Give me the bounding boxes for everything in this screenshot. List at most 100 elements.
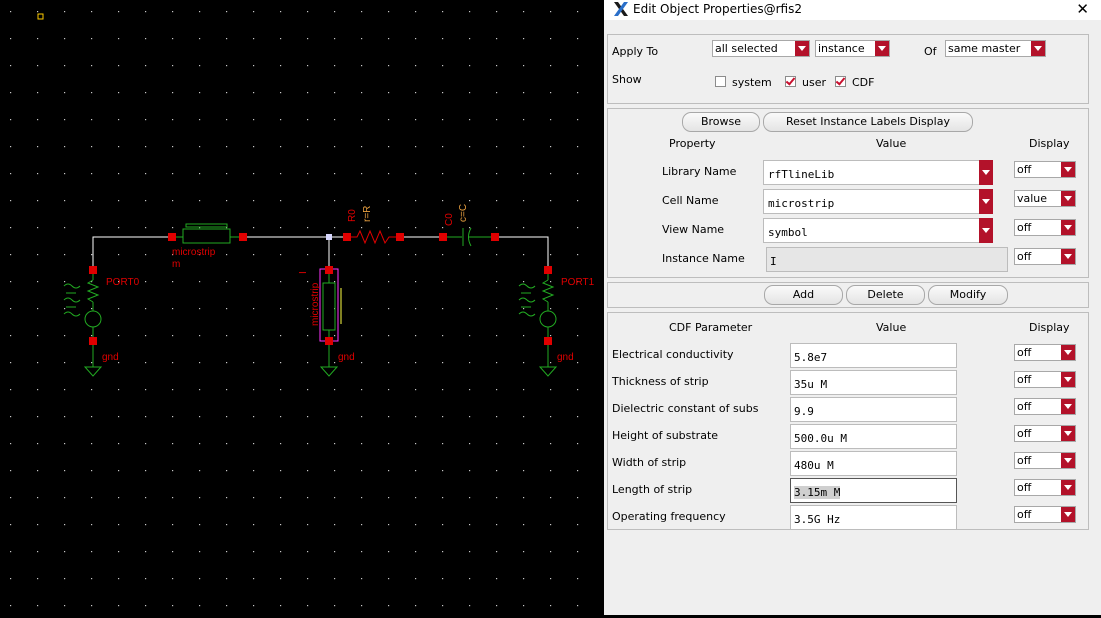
apply-scope-value: all selected	[715, 42, 778, 55]
view-name-display-value: off	[1017, 221, 1032, 234]
instance-name-field[interactable]: I	[766, 247, 1008, 272]
gnd-right-label: gnd	[557, 352, 574, 363]
strip-length-field[interactable]: 3.15m M	[790, 478, 957, 503]
of-select[interactable]: same master	[945, 40, 1046, 57]
gnd-left-label: gnd	[102, 352, 119, 363]
cdf-display-value: off	[1017, 427, 1032, 440]
library-name-field[interactable]: rfTlineLib	[763, 160, 993, 185]
thickness-field[interactable]: 35u M	[790, 370, 957, 395]
apply-type-select[interactable]: instance	[815, 40, 890, 57]
cell-name-field[interactable]: microstrip	[763, 189, 993, 214]
cdf-display-select[interactable]: off	[1014, 479, 1076, 496]
cdf-value-text: 3.5G Hz	[794, 513, 841, 526]
cdf-display-value: off	[1017, 481, 1032, 494]
dropdown-arrow-icon	[1061, 453, 1075, 468]
cdf-value-text: 500.0u M	[794, 432, 847, 445]
show-system-checkbox[interactable]	[715, 76, 726, 87]
dropdown-arrow-icon	[1061, 480, 1075, 495]
dropdown-arrow-icon	[795, 41, 809, 56]
cdf-display-select[interactable]: off	[1014, 344, 1076, 361]
cdf-row-label: Operating frequency	[612, 510, 726, 523]
dropdown-arrow-icon	[1061, 507, 1075, 522]
dropdown-arrow-icon	[1031, 41, 1045, 56]
electrical-conductivity-field[interactable]: 5.8e7	[790, 343, 957, 368]
cdf-row-label: Width of strip	[612, 456, 687, 469]
dropdown-arrow-icon	[1061, 249, 1075, 264]
display-column-header: Display	[1029, 137, 1070, 150]
capacitor-name-label: C0	[444, 213, 455, 226]
cdf-value-text: 9.9	[794, 405, 814, 418]
view-name-value: symbol	[768, 226, 808, 239]
substrate-height-field[interactable]: 500.0u M	[790, 424, 957, 449]
microstrip-vertical-label: microstrip	[310, 282, 321, 326]
dropdown-arrow-icon	[1061, 220, 1075, 235]
reset-labels-button[interactable]: Reset Instance Labels Display	[763, 112, 973, 132]
operating-frequency-field[interactable]: 3.5G Hz	[790, 505, 957, 530]
apply-to-label: Apply To	[612, 45, 659, 58]
cdf-value-text: 35u M	[794, 378, 828, 391]
browse-button[interactable]: Browse	[682, 112, 760, 132]
cell-name-label: Cell Name	[662, 194, 719, 207]
view-name-field[interactable]: symbol	[763, 218, 993, 243]
x-logo-icon	[614, 2, 628, 16]
cdf-row-label: Electrical conductivity	[612, 348, 734, 361]
port0-label: PORT0	[106, 277, 140, 288]
close-icon[interactable]: ✕	[1076, 0, 1089, 18]
dropdown-arrow-icon	[979, 218, 993, 243]
view-name-label: View Name	[662, 223, 725, 236]
cdf-display-select[interactable]: off	[1014, 371, 1076, 388]
of-label: Of	[924, 45, 937, 58]
dropdown-arrow-icon	[1061, 345, 1075, 360]
cdf-display-value: off	[1017, 454, 1032, 467]
dropdown-arrow-icon	[1061, 162, 1075, 177]
cell-name-display-select[interactable]: value	[1014, 190, 1076, 207]
dielectric-constant-field[interactable]: 9.9	[790, 397, 957, 422]
cdf-display-value: off	[1017, 373, 1032, 386]
cdf-display-select[interactable]: off	[1014, 425, 1076, 442]
cdf-display-select[interactable]: off	[1014, 398, 1076, 415]
modify-button[interactable]: Modify	[928, 285, 1008, 305]
view-name-display-select[interactable]: off	[1014, 219, 1076, 236]
resistor-name-label: R0	[347, 209, 358, 222]
cell-name-value: microstrip	[768, 197, 835, 210]
schematic-canvas[interactable]: microstrip m PORT0 PORT1 gnd gnd gnd mic…	[0, 0, 604, 615]
instance-name-value: I	[770, 255, 777, 268]
cdf-value-text: 3.15m M	[794, 486, 841, 499]
dialog-title: Edit Object Properties@rfis2	[633, 2, 802, 16]
resistor-value-label: r=R	[362, 206, 373, 222]
value-column-header: Value	[876, 137, 907, 150]
cdf-display-select[interactable]: off	[1014, 452, 1076, 469]
instance-name-label: Instance Name	[662, 252, 745, 265]
library-name-display-value: off	[1017, 163, 1032, 176]
show-user-checkbox[interactable]	[785, 76, 796, 87]
dropdown-arrow-icon	[875, 41, 889, 56]
cdf-value-column-header: Value	[876, 321, 907, 334]
instance-name-display-select[interactable]: off	[1014, 248, 1076, 265]
apply-scope-select[interactable]: all selected	[712, 40, 810, 57]
strip-width-field[interactable]: 480u M	[790, 451, 957, 476]
library-name-display-select[interactable]: off	[1014, 161, 1076, 178]
schematic-drawing[interactable]: microstrip m PORT0 PORT1 gnd gnd gnd mic…	[0, 0, 604, 615]
apply-type-value: instance	[818, 42, 865, 55]
dropdown-arrow-icon	[1061, 399, 1075, 414]
grid-dots	[0, 0, 604, 615]
dropdown-arrow-icon	[979, 160, 993, 185]
show-system-label: system	[732, 76, 772, 89]
show-cdf-checkbox[interactable]	[835, 76, 846, 87]
cdf-row-label: Length of strip	[612, 483, 693, 496]
add-button[interactable]: Add	[764, 285, 843, 305]
dropdown-arrow-icon	[1061, 191, 1075, 206]
action-buttons-panel: Add Delete Modify	[607, 282, 1089, 308]
show-cdf-label: CDF	[852, 76, 875, 89]
edit-object-properties-dialog: Edit Object Properties@rfis2 ✕ Apply To …	[604, 0, 1101, 615]
of-value: same master	[948, 42, 1021, 55]
property-column-header: Property	[669, 137, 716, 150]
cdf-value-text: 5.8e7	[794, 351, 828, 364]
microstrip-top-instance: m	[172, 259, 180, 270]
cdf-value-text: 480u M	[794, 459, 834, 472]
wire-junction	[326, 234, 332, 240]
delete-button[interactable]: Delete	[846, 285, 925, 305]
capacitor-value-label: c=C	[458, 204, 469, 222]
cdf-display-select[interactable]: off	[1014, 506, 1076, 523]
properties-panel: Browse Reset Instance Labels Display Pro…	[607, 108, 1089, 278]
